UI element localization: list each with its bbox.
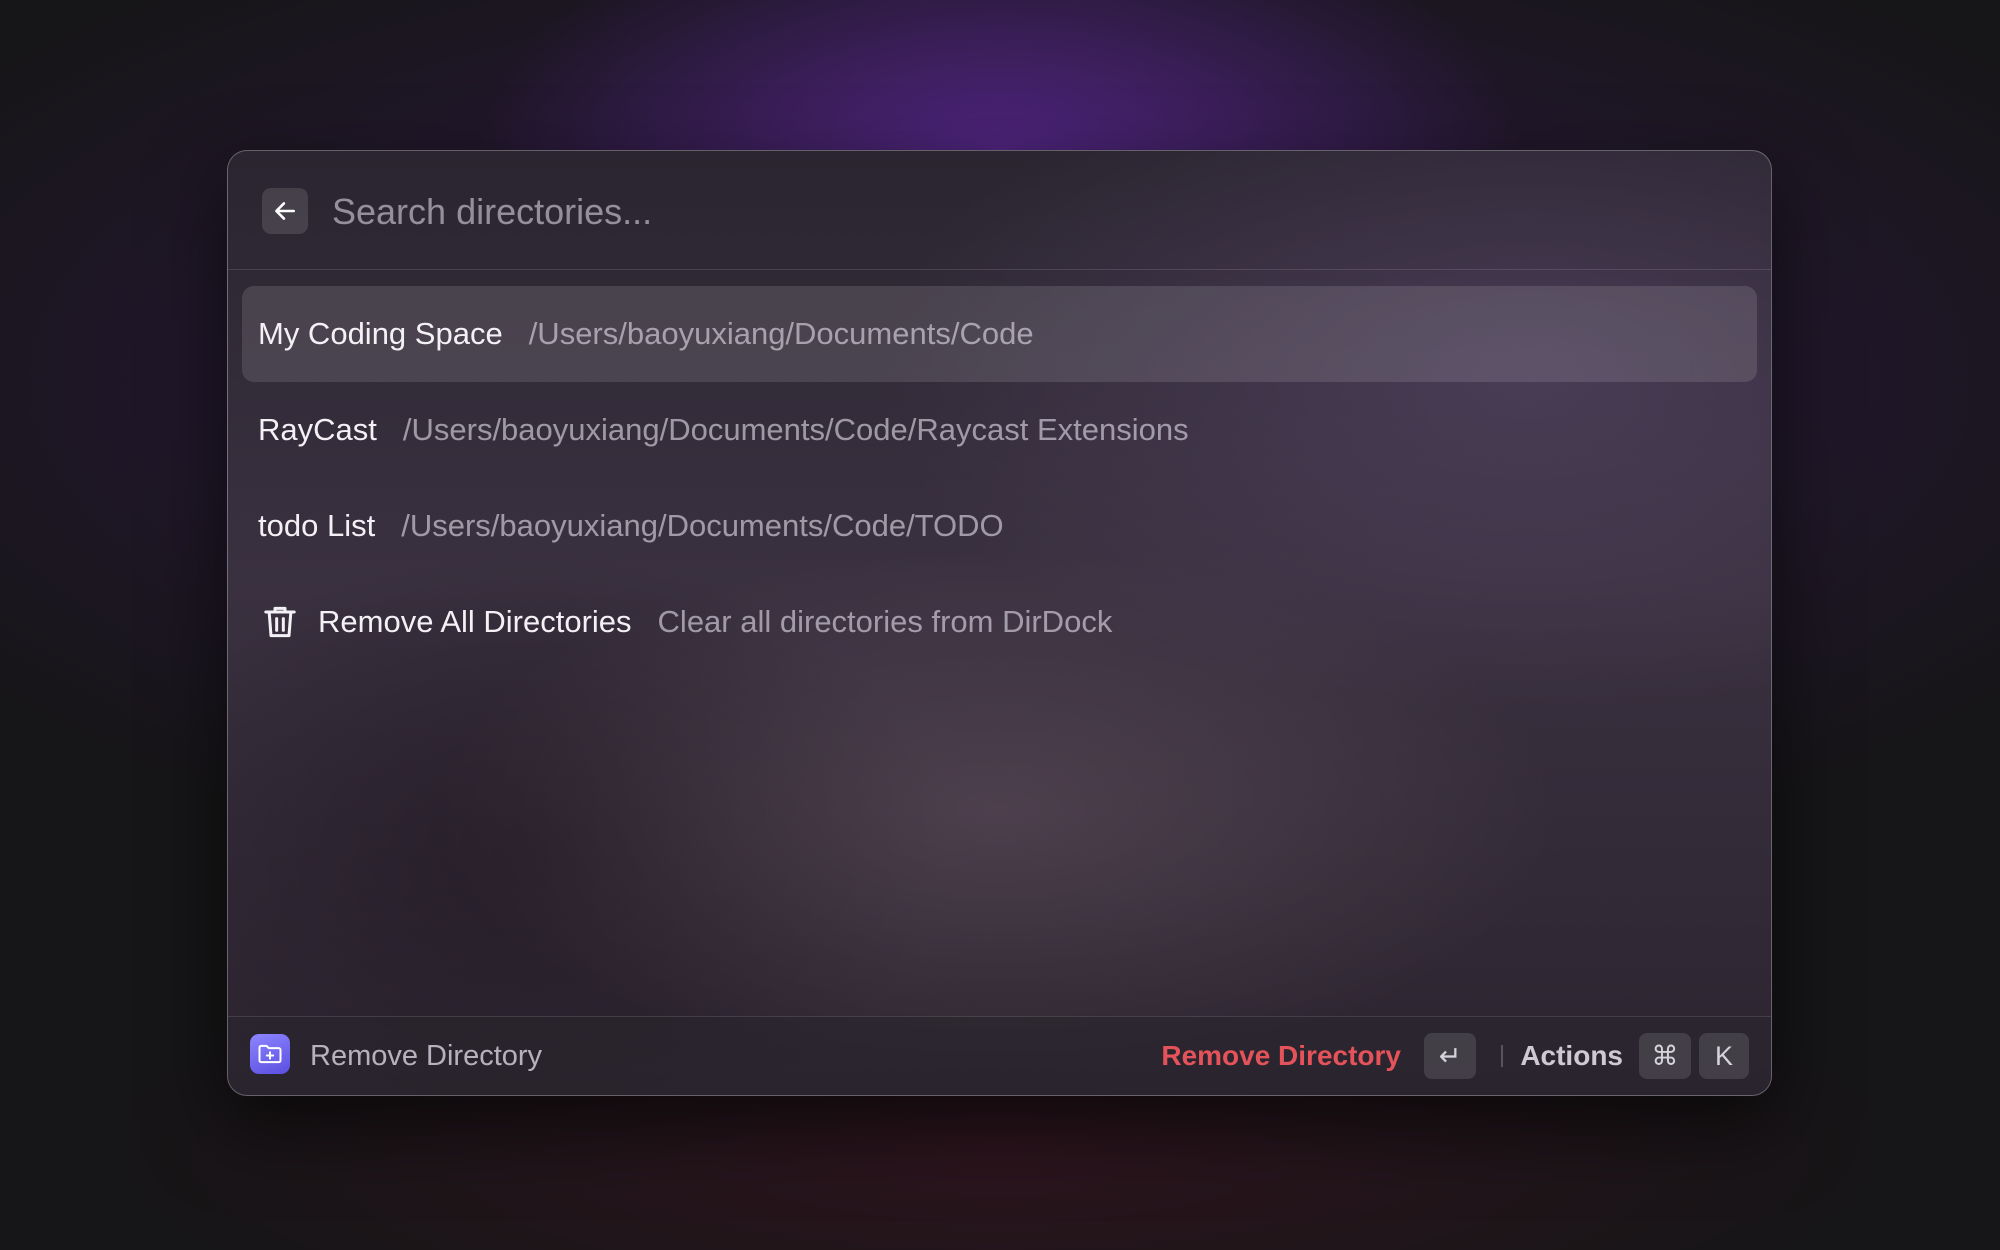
action-bar: Remove Directory Remove Directory ↵ Acti… [228, 1016, 1771, 1095]
command-key-icon: ⌘ [1639, 1033, 1691, 1079]
list-item-title: Remove All Directories [318, 604, 632, 639]
list-item-path: /Users/baoyuxiang/Documents/Code/Raycast… [402, 412, 1189, 447]
primary-action-button[interactable]: Remove Directory [1161, 1017, 1401, 1095]
list-item-raycast[interactable]: RayCast /Users/baoyuxiang/Documents/Code… [242, 382, 1757, 478]
search-input[interactable] [330, 181, 1634, 243]
k-key: K [1699, 1033, 1749, 1079]
arrow-left-icon [275, 202, 295, 220]
list-item-path: /Users/baoyuxiang/Documents/Code [528, 316, 1034, 351]
list-item-path: /Users/baoyuxiang/Documents/Code/TODO [401, 508, 1004, 543]
list-item-title: RayCast [258, 412, 377, 447]
enter-key-icon: ↵ [1424, 1033, 1476, 1079]
actions-button[interactable]: Actions [1520, 1017, 1623, 1095]
list-item-subtitle: Clear all directories from DirDock [657, 604, 1113, 639]
directory-list: My Coding Space /Users/baoyuxiang/Docume… [242, 286, 1757, 670]
trash-icon [258, 600, 302, 644]
back-button[interactable] [262, 188, 308, 234]
divider [1501, 1045, 1503, 1067]
list-item-my-coding-space[interactable]: My Coding Space /Users/baoyuxiang/Docume… [242, 286, 1757, 382]
folder-plus-icon [250, 1034, 290, 1074]
list-item-title: todo List [258, 508, 376, 543]
list-item-remove-all-directories[interactable]: Remove All Directories Clear all directo… [242, 574, 1757, 670]
raycast-window: My Coding Space /Users/baoyuxiang/Docume… [227, 150, 1772, 1096]
search-bar [228, 151, 1771, 270]
list-item-todo-list[interactable]: todo List /Users/baoyuxiang/Documents/Co… [242, 478, 1757, 574]
list-item-title: My Coding Space [258, 316, 503, 351]
navigation-title: Remove Directory [310, 1040, 543, 1072]
